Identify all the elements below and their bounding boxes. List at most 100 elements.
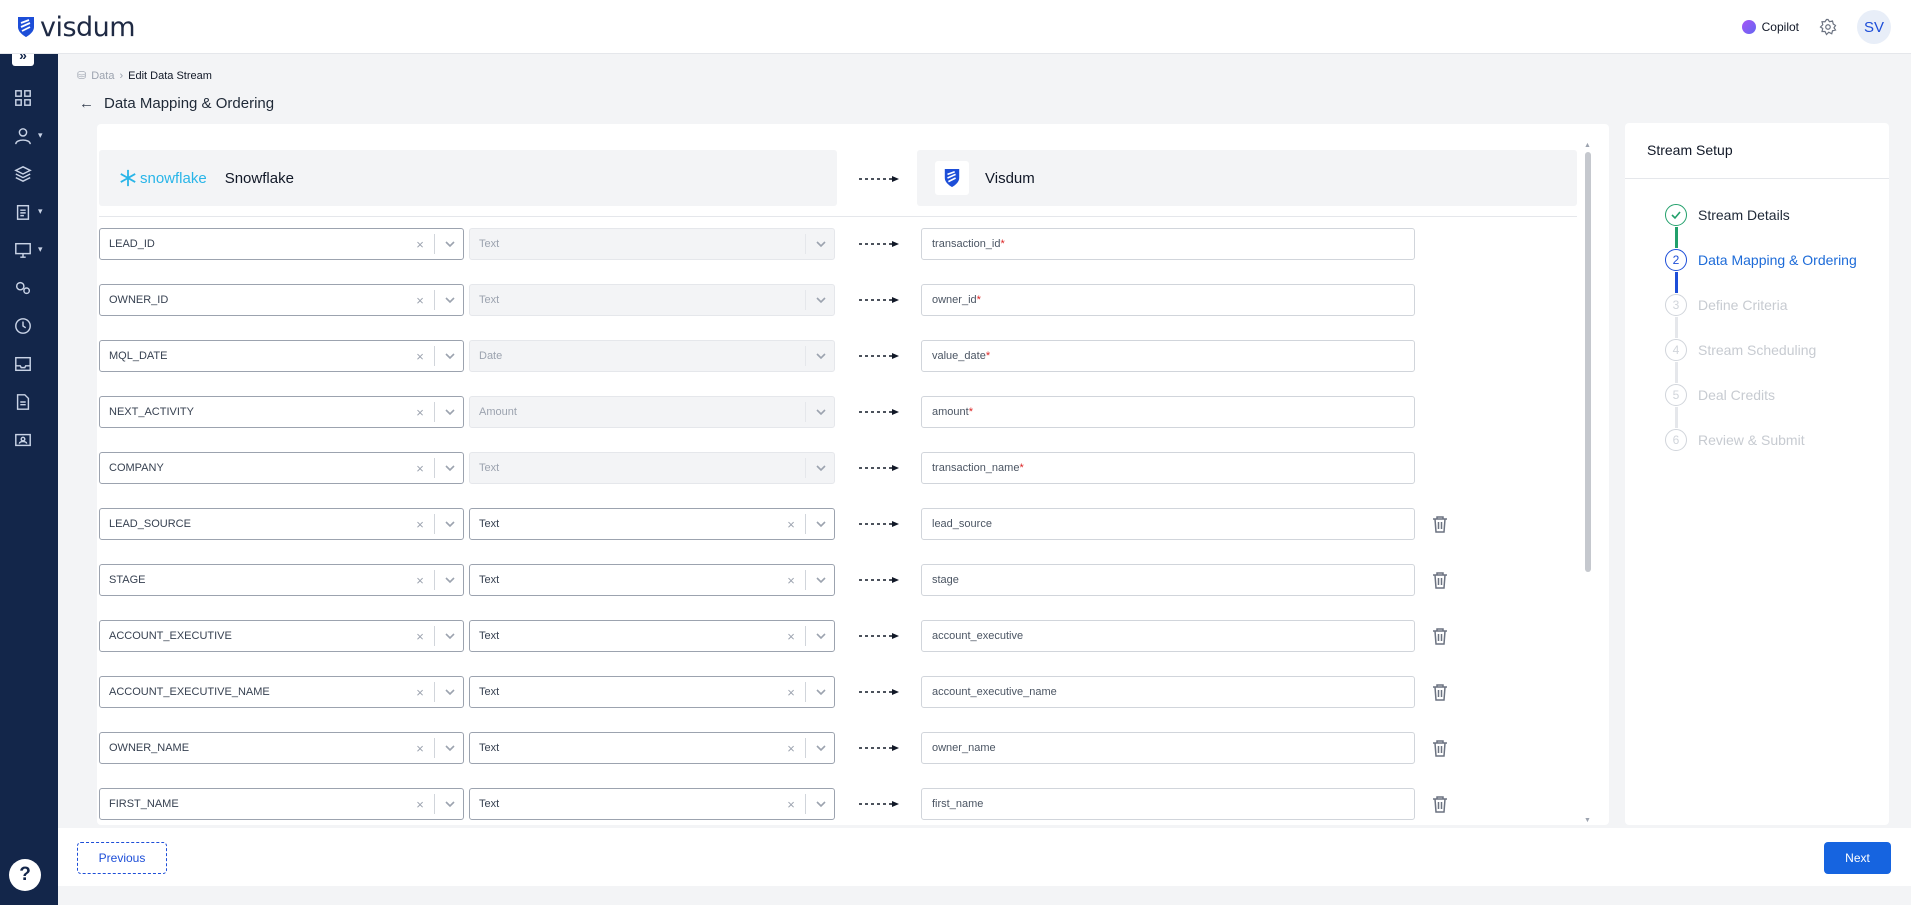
- chevron-down-icon[interactable]: [812, 631, 830, 641]
- clear-icon[interactable]: ×: [412, 237, 428, 252]
- target-field-value: amount: [932, 406, 969, 418]
- chevron-down-icon[interactable]: [812, 575, 830, 585]
- clipboard-icon[interactable]: [13, 202, 33, 222]
- step-deal-credits[interactable]: 5 Deal Credits: [1665, 384, 1775, 406]
- copilot-button[interactable]: Copilot: [1741, 20, 1799, 34]
- field-type-select[interactable]: Text ×: [469, 564, 835, 596]
- clear-icon[interactable]: ×: [412, 797, 428, 812]
- step-data-mapping-ordering[interactable]: 2 Data Mapping & Ordering: [1665, 249, 1857, 271]
- clear-icon[interactable]: ×: [412, 629, 428, 644]
- layers-icon[interactable]: [13, 164, 33, 184]
- target-field-input[interactable]: owner_name: [921, 732, 1415, 764]
- chevron-down-icon[interactable]: [441, 239, 459, 249]
- source-field-select[interactable]: ACCOUNT_EXECUTIVE_NAME ×: [99, 676, 464, 708]
- trash-icon[interactable]: [1432, 795, 1448, 813]
- step-review-submit[interactable]: 6 Review & Submit: [1665, 429, 1805, 451]
- previous-button[interactable]: Previous: [77, 842, 167, 874]
- field-type-select[interactable]: Text ×: [469, 508, 835, 540]
- step-stream-details[interactable]: Stream Details: [1665, 204, 1790, 226]
- clear-icon[interactable]: ×: [783, 741, 799, 756]
- target-field-input[interactable]: transaction_id *: [921, 228, 1415, 260]
- chevron-down-icon[interactable]: [441, 295, 459, 305]
- clear-icon[interactable]: ×: [412, 517, 428, 532]
- breadcrumb-data[interactable]: Data: [91, 70, 114, 82]
- source-field-select[interactable]: OWNER_ID ×: [99, 284, 464, 316]
- gear-icon[interactable]: [1819, 18, 1837, 36]
- help-button[interactable]: ?: [9, 859, 41, 891]
- scrollbar[interactable]: ▲ ▼: [1584, 142, 1591, 824]
- target-field-input[interactable]: stage: [921, 564, 1415, 596]
- field-type-select[interactable]: Text ×: [469, 788, 835, 820]
- clear-icon[interactable]: ×: [783, 573, 799, 588]
- chevron-down-icon[interactable]: [441, 351, 459, 361]
- source-field-select[interactable]: STAGE ×: [99, 564, 464, 596]
- avatar[interactable]: SV: [1857, 10, 1891, 44]
- chevron-down-icon[interactable]: [812, 519, 830, 529]
- source-field-value: MQL_DATE: [109, 350, 168, 362]
- chevron-down-icon[interactable]: [441, 799, 459, 809]
- chevron-down-icon[interactable]: [812, 687, 830, 697]
- scroll-up-icon[interactable]: ▲: [1584, 142, 1591, 149]
- trash-icon[interactable]: [1432, 683, 1448, 701]
- clock-icon[interactable]: [13, 316, 33, 336]
- trash-icon[interactable]: [1432, 627, 1448, 645]
- chevron-down-icon[interactable]: [441, 463, 459, 473]
- chevron-down-icon[interactable]: [441, 519, 459, 529]
- scroll-down-icon[interactable]: ▼: [1584, 817, 1591, 824]
- monitor-icon[interactable]: [13, 240, 33, 260]
- field-type-select[interactable]: Text ×: [469, 620, 835, 652]
- source-field-select[interactable]: ACCOUNT_EXECUTIVE ×: [99, 620, 464, 652]
- clear-icon[interactable]: ×: [412, 573, 428, 588]
- dashboard-icon[interactable]: [13, 88, 33, 108]
- chevron-down-icon[interactable]: [441, 687, 459, 697]
- chevron-down-icon[interactable]: [812, 799, 830, 809]
- source-field-select[interactable]: NEXT_ACTIVITY ×: [99, 396, 464, 428]
- gears-icon[interactable]: [13, 278, 33, 298]
- field-type-select[interactable]: Text ×: [469, 732, 835, 764]
- target-field-input[interactable]: lead_source: [921, 508, 1415, 540]
- clear-icon[interactable]: ×: [783, 797, 799, 812]
- document-icon[interactable]: [13, 392, 33, 412]
- app-logo[interactable]: visdum: [16, 12, 136, 43]
- source-field-select[interactable]: MQL_DATE ×: [99, 340, 464, 372]
- chevron-down-icon[interactable]: [812, 743, 830, 753]
- chevron-down-icon[interactable]: [441, 743, 459, 753]
- chevron-down-icon[interactable]: [441, 631, 459, 641]
- target-field-input[interactable]: value_date *: [921, 340, 1415, 372]
- source-field-select[interactable]: COMPANY ×: [99, 452, 464, 484]
- step-stream-scheduling[interactable]: 4 Stream Scheduling: [1665, 339, 1816, 361]
- target-field-input[interactable]: account_executive_name: [921, 676, 1415, 708]
- user-icon[interactable]: [13, 126, 33, 146]
- target-field-input[interactable]: account_executive: [921, 620, 1415, 652]
- source-field-select[interactable]: LEAD_ID ×: [99, 228, 464, 260]
- clear-icon[interactable]: ×: [412, 461, 428, 476]
- clear-icon[interactable]: ×: [412, 741, 428, 756]
- next-button[interactable]: Next: [1824, 842, 1891, 874]
- target-field-input[interactable]: first_name: [921, 788, 1415, 820]
- clear-icon[interactable]: ×: [412, 349, 428, 364]
- field-type-select[interactable]: Text ×: [469, 676, 835, 708]
- target-field-input[interactable]: owner_id *: [921, 284, 1415, 316]
- inbox-icon[interactable]: [13, 354, 33, 374]
- clear-icon[interactable]: ×: [412, 685, 428, 700]
- back-arrow-icon[interactable]: ←: [79, 95, 94, 112]
- source-field-select[interactable]: LEAD_SOURCE ×: [99, 508, 464, 540]
- clear-icon[interactable]: ×: [783, 629, 799, 644]
- clear-icon[interactable]: ×: [412, 405, 428, 420]
- id-card-icon[interactable]: [13, 430, 33, 450]
- source-field-select[interactable]: FIRST_NAME ×: [99, 788, 464, 820]
- chevron-down-icon[interactable]: [441, 575, 459, 585]
- clear-icon[interactable]: ×: [783, 685, 799, 700]
- target-field-input[interactable]: transaction_name *: [921, 452, 1415, 484]
- scroll-thumb[interactable]: [1585, 152, 1591, 572]
- trash-icon[interactable]: [1432, 571, 1448, 589]
- trash-icon[interactable]: [1432, 739, 1448, 757]
- mapping-row: ACCOUNT_EXECUTIVE_NAME × Text × account_exec…: [99, 676, 1549, 708]
- trash-icon[interactable]: [1432, 515, 1448, 533]
- source-field-select[interactable]: OWNER_NAME ×: [99, 732, 464, 764]
- clear-icon[interactable]: ×: [412, 293, 428, 308]
- clear-icon[interactable]: ×: [783, 517, 799, 532]
- step-define-criteria[interactable]: 3 Define Criteria: [1665, 294, 1787, 316]
- chevron-down-icon[interactable]: [441, 407, 459, 417]
- target-field-input[interactable]: amount *: [921, 396, 1415, 428]
